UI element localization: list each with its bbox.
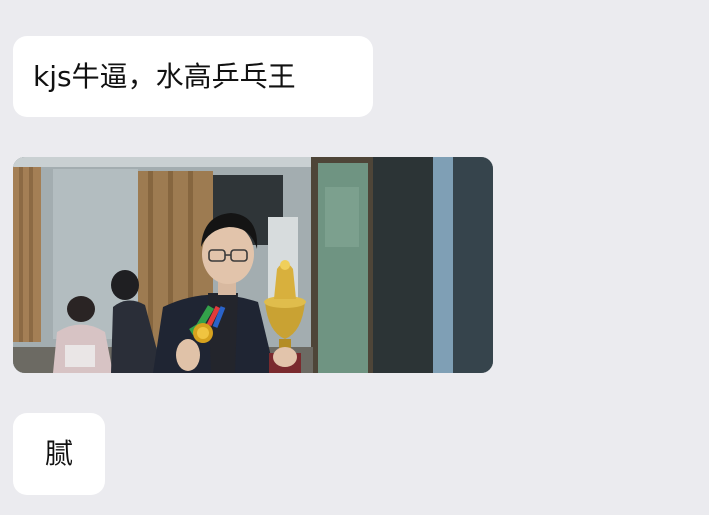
photo-image (13, 157, 493, 373)
message-text: kjs牛逼，水高乒乓王 (33, 59, 296, 93)
incoming-image-message[interactable] (13, 157, 493, 373)
incoming-message-bubble-2[interactable]: 腻 (13, 413, 105, 495)
incoming-message-bubble-1[interactable]: kjs牛逼，水高乒乓王 (13, 36, 373, 117)
message-text: 腻 (44, 437, 73, 470)
